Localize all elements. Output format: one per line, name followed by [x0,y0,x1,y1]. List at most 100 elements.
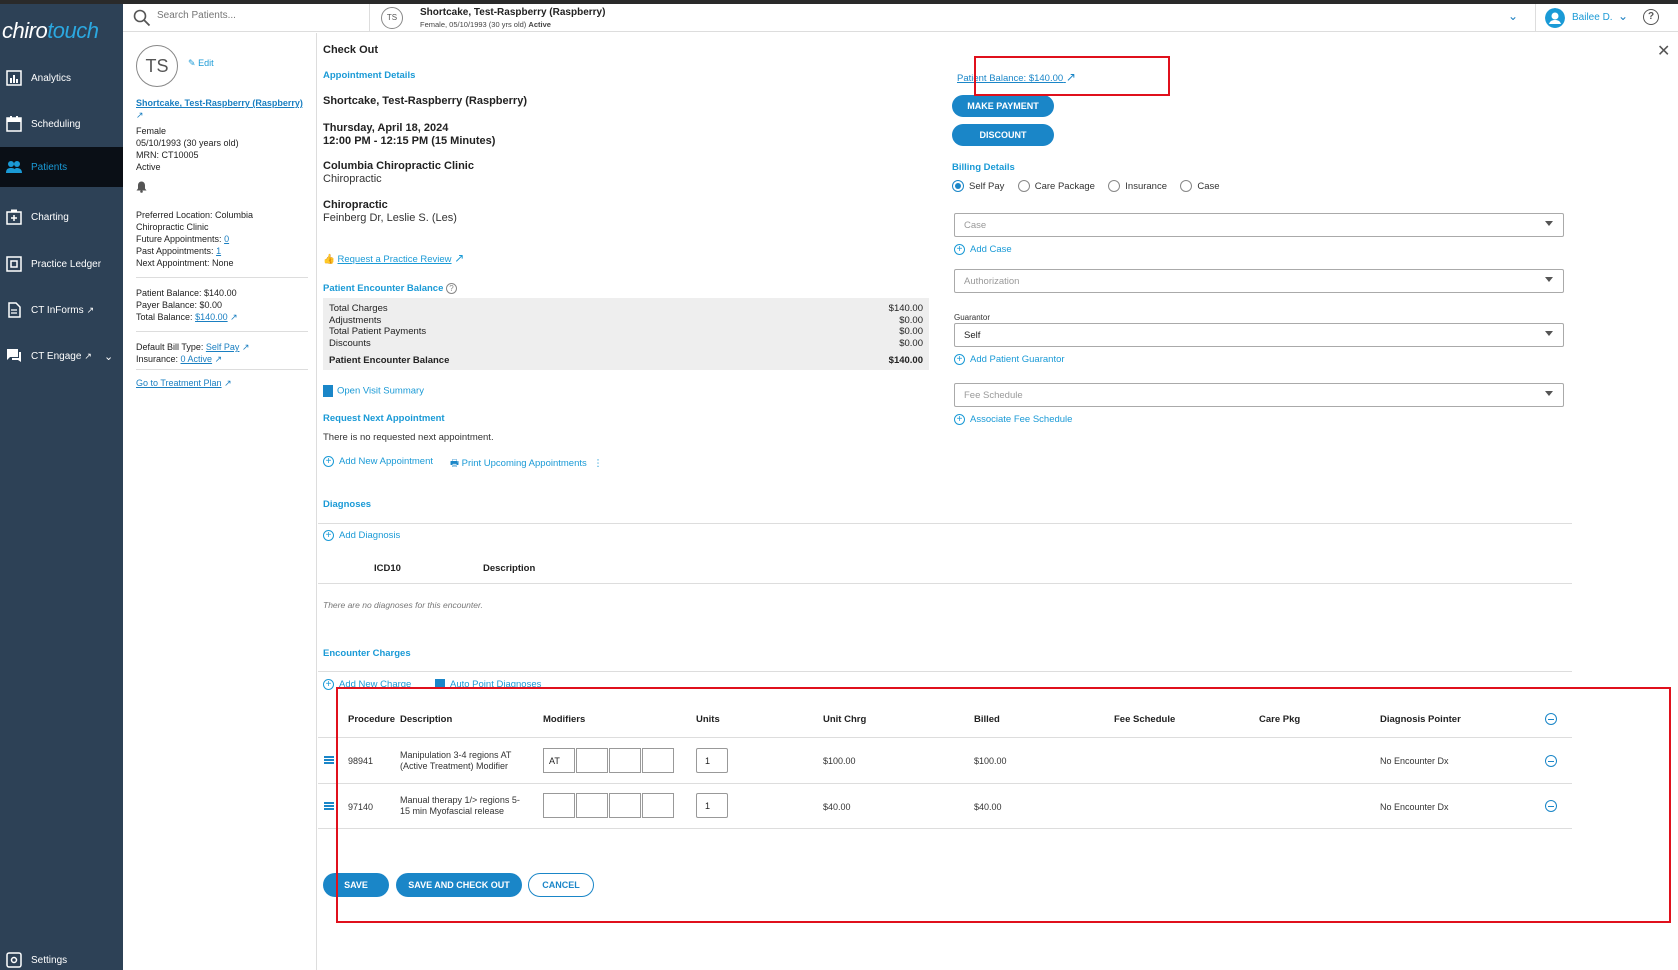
caret-down-icon [1545,221,1553,226]
patient-avatar-large: TS [136,45,178,87]
chevron-down-icon[interactable]: ⌄ [1508,9,1518,23]
patient-demographics: Female, 05/10/1993 (30 yrs old) [420,20,527,29]
logo-text-b: touch [47,18,99,43]
chevron-down-icon[interactable]: ⌄ [1618,9,1628,23]
divider [136,369,308,370]
patient-dob: 05/10/1993 (30 years old) [136,138,239,148]
drag-handle-icon[interactable] [324,802,334,810]
charting-icon [6,209,22,225]
add-guarantor-label: Add Patient Guarantor [970,354,1065,366]
future-appointments-link[interactable]: 0 [224,234,229,244]
patient-name-link[interactable]: Shortcake, Test-Raspberry (Raspberry) [136,98,303,108]
insurance-link[interactable]: 0 Active [181,354,213,364]
sidebar-item-charting[interactable]: Charting [0,197,123,237]
radio-label: Self Pay [969,181,1005,193]
encounter-balance-title-label: Patient Encounter Balance [323,283,444,294]
radio-button [952,179,964,192]
highlight-box [336,687,1671,923]
radio-self-pay[interactable]: Self Pay [952,179,1014,193]
more-vertical-icon[interactable]: ⋮ [593,458,603,469]
radio-case[interactable]: Case [1180,179,1229,193]
authorization-select[interactable]: Authorization [954,269,1564,293]
balance-row: Total Patient Payments $0.00 [329,326,923,338]
total-balance-link[interactable]: $140.00 [195,312,228,322]
balance-label: Discounts [329,337,371,349]
external-link-icon: ↗ [86,304,95,315]
sidebar-item-ct-informs[interactable]: CT InForms ↗ [0,290,123,330]
external-link-icon[interactable]: ↗ [215,354,223,364]
radio-label: Insurance [1125,181,1168,193]
default-bill-type: Default Bill Type: Self Pay ↗ [136,341,249,353]
radio-button [1017,179,1030,192]
add-new-appointment-button[interactable]: + Add New Appointment [323,456,433,467]
user-name[interactable]: Bailee D. [1572,12,1613,23]
external-link-icon[interactable]: ↗ [136,109,144,121]
print-upcoming-button[interactable]: 🖶 Print Upcoming Appointments ⋮ [450,456,603,472]
future-appointments: Future Appointments: 0 [136,233,229,245]
settings-icon [6,952,22,968]
sidebar-item-label: Scheduling [31,118,81,130]
search-icon[interactable] [133,9,151,27]
discount-button[interactable]: DISCOUNT [952,124,1054,146]
add-new-appointment-label: Add New Appointment [339,456,434,468]
open-visit-summary[interactable]: Open Visit Summary [323,385,424,397]
dx-col-description[interactable]: Description [483,563,535,574]
appointment-patient: Shortcake, Test-Raspberry (Raspberry) [323,95,527,107]
sidebar-item-ct-engage[interactable]: CT Engage ↗ ⌄ [0,336,123,376]
fee-schedule-select[interactable]: Fee Schedule [954,383,1564,407]
add-case-button[interactable]: + Add Case [954,244,1012,255]
close-icon[interactable]: ✕ [1657,41,1670,61]
external-link-icon[interactable]: ↗ [242,342,250,352]
sidebar-item-practice-ledger[interactable]: Practice Ledger [0,244,123,284]
add-diagnosis-button[interactable]: + Add Diagnosis [323,530,400,541]
case-select[interactable]: Case [954,213,1564,237]
drag-handle-icon[interactable] [324,756,334,764]
sidebar-item-settings[interactable]: Settings [0,940,123,970]
treatment-plan-link[interactable]: Go to Treatment Plan [136,378,222,388]
associate-fee-schedule-label: Associate Fee Schedule [970,414,1073,426]
document-icon [8,302,21,318]
request-practice-review[interactable]: 👍 Request a Practice Review ↗ [323,251,464,265]
header-divider [1535,4,1536,32]
past-appointments-label: Past Appointments: [136,246,214,256]
clinic-name: Columbia Chiropractic Clinic [323,160,474,172]
guarantor-select[interactable]: Self [954,323,1564,347]
dx-col-icd10[interactable]: ICD10 [374,563,401,574]
make-payment-button[interactable]: MAKE PAYMENT [952,95,1054,117]
radio-care-package[interactable]: Care Package [1017,179,1105,193]
balance-value: $0.00 [899,326,923,337]
people-icon [6,161,22,173]
encounter-charges-title: Encounter Charges [323,648,411,659]
sidebar-item-patients[interactable]: Patients [0,147,123,187]
treatment-plan: Go to Treatment Plan ↗ [136,377,232,389]
add-guarantor-button[interactable]: + Add Patient Guarantor [954,354,1065,365]
appointment-time: 12:00 PM - 12:15 PM (15 Minutes) [323,135,496,147]
chevron-down-icon[interactable]: ⌄ [104,350,113,363]
billing-details-title: Billing Details [952,162,1015,173]
edit-patient-button[interactable]: ✎ Edit [188,58,214,69]
sidebar-item-analytics[interactable]: Analytics [0,58,123,98]
next-appointment-title: Request Next Appointment [323,413,445,424]
help-circle-icon[interactable]: ? [446,283,458,294]
provider-type: Chiropractic [323,199,388,211]
radio-insurance[interactable]: Insurance [1108,179,1177,193]
bell-icon[interactable] [136,181,147,193]
sidebar-item-label: Analytics [31,72,72,84]
encounter-balance-title: Patient Encounter Balance ? [323,283,458,294]
help-icon[interactable]: ? [1643,9,1659,25]
sidebar-item-label: Practice Ledger [31,258,102,270]
sidebar-item-scheduling[interactable]: Scheduling [0,104,123,144]
external-link-icon[interactable]: ↗ [230,312,238,322]
patient-status: Active [136,162,161,172]
divider [136,331,308,332]
bill-type-link[interactable]: Self Pay [206,342,240,352]
associate-fee-schedule-button[interactable]: + Associate Fee Schedule [954,414,1072,425]
header-patient-name[interactable]: Shortcake, Test-Raspberry (Raspberry) [420,7,605,18]
past-appointments-link[interactable]: 1 [216,246,221,256]
radio-label: Care Package [1034,181,1095,193]
search-patients-input[interactable] [157,10,357,21]
app-logo[interactable]: chirotouch [2,18,99,44]
authorization-placeholder: Authorization [964,276,1020,287]
user-avatar-icon[interactable] [1545,8,1565,28]
external-link-icon[interactable]: ↗ [224,378,232,388]
